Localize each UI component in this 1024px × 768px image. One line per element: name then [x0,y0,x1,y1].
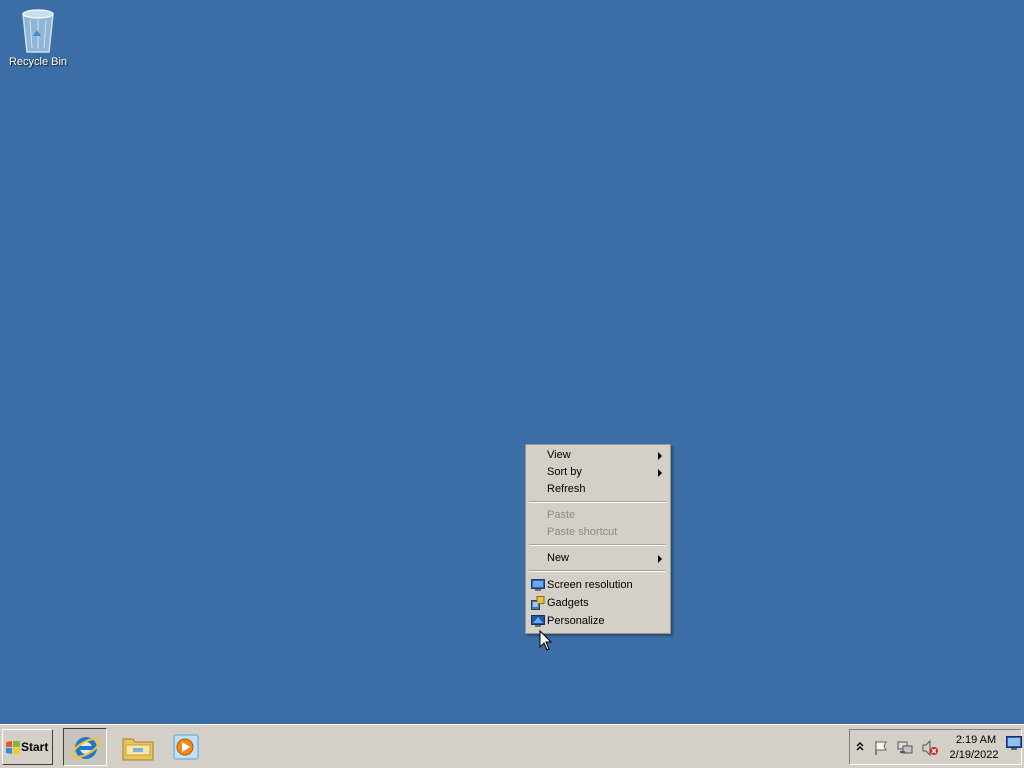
menu-item-sort-by[interactable]: Sort by [526,464,670,481]
menu-item-new[interactable]: New [526,550,670,567]
recycle-bin-label: Recycle Bin [8,56,68,68]
menu-item-view-label: View [547,449,571,461]
clock-date[interactable]: 2/19/2022 [944,749,1004,761]
menu-item-sort-by-label: Sort by [547,466,582,478]
notification-area: 2:19 AM 2/19/2022 [849,729,1022,765]
media-player-icon [173,734,199,760]
menu-item-paste-shortcut-label: Paste shortcut [547,526,618,538]
windows-logo-icon [6,741,20,754]
screen-resolution-icon [531,579,545,591]
file-explorer-icon [122,738,154,761]
internet-explorer-icon [71,737,101,759]
menu-item-personalize[interactable]: Personalize [526,613,670,630]
personalize-icon [531,615,545,627]
mouse-cursor-icon [539,630,553,651]
clock-time[interactable]: 2:19 AM [950,734,1002,746]
menu-item-refresh[interactable]: Refresh [526,481,670,498]
menu-separator [529,570,666,572]
taskbar: Start 2:19 AM 2/19/2022 [0,724,1024,768]
taskbar-internet-explorer[interactable] [63,728,107,766]
menu-item-gadgets[interactable]: Gadgets [526,595,670,612]
recycle-bin-icon [22,9,54,53]
submenu-arrow-icon [658,452,662,460]
menu-item-screen-resolution[interactable]: Screen resolution [526,577,670,594]
menu-item-paste[interactable]: Paste [526,507,670,524]
start-button[interactable]: Start [2,729,53,765]
menu-item-screen-resolution-label: Screen resolution [547,579,633,591]
desktop[interactable]: Recycle Bin View Sort by Refresh Paste P… [0,0,1024,724]
menu-item-paste-shortcut[interactable]: Paste shortcut [526,524,670,541]
menu-item-gadgets-label: Gadgets [547,597,589,609]
submenu-arrow-icon [658,555,662,563]
menu-separator [529,544,666,546]
menu-item-view[interactable]: View [526,447,670,464]
show-hidden-icons-icon[interactable] [855,740,865,752]
desktop-icon-recycle-bin[interactable]: Recycle Bin [6,6,70,68]
desktop-context-menu: View Sort by Refresh Paste Paste shortcu… [525,444,671,634]
action-center-flag-icon[interactable] [873,740,889,756]
menu-item-personalize-label: Personalize [547,615,605,627]
start-label: Start [21,740,49,754]
volume-muted-icon[interactable] [921,740,939,756]
show-desktop-icon[interactable] [1006,736,1022,750]
submenu-arrow-icon [658,469,662,477]
menu-item-paste-label: Paste [547,509,576,521]
menu-item-new-label: New [547,552,570,564]
menu-separator [529,501,666,503]
taskbar-file-explorer[interactable] [115,728,159,766]
network-icon[interactable] [897,740,913,756]
menu-item-refresh-label: Refresh [547,483,586,495]
taskbar-media-player[interactable] [164,728,208,766]
gadgets-icon [531,596,545,610]
